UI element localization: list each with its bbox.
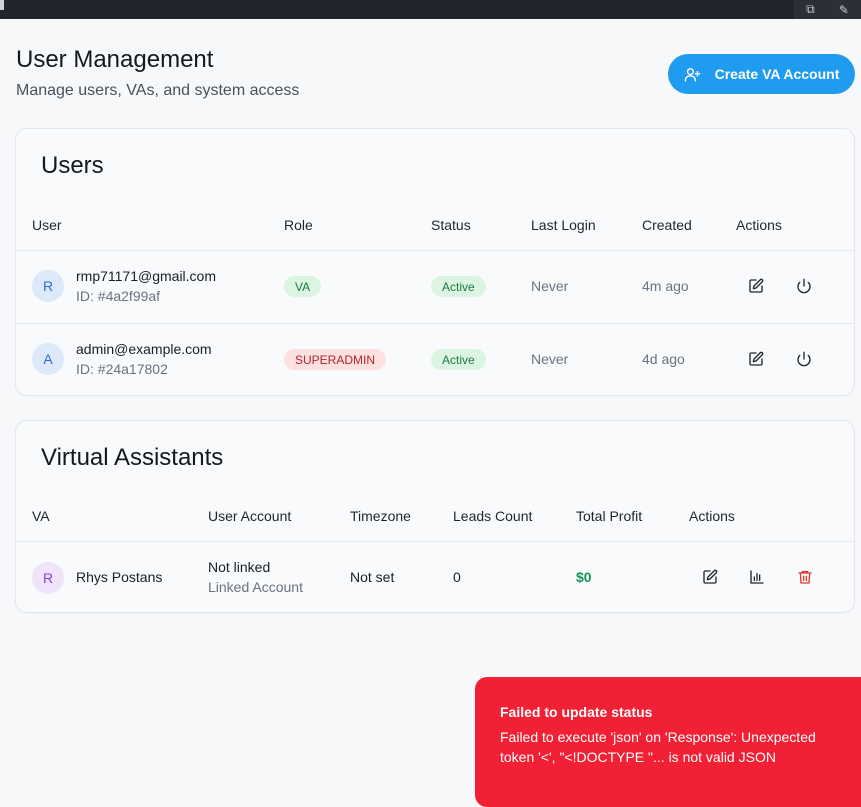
create-va-account-label: Create VA Account — [714, 66, 840, 82]
edit-icon[interactable] — [745, 275, 767, 297]
user-plus-icon — [684, 67, 700, 82]
page-subtitle: Manage users, VAs, and system access — [16, 82, 300, 99]
user-account-status: Not linked — [208, 559, 271, 575]
avatar: A — [32, 343, 64, 375]
toast-message: Failed to execute 'json' on 'Response': … — [500, 729, 816, 765]
column-header-total-profit: Total Profit — [576, 508, 643, 524]
divider — [16, 250, 854, 251]
power-icon[interactable] — [793, 275, 815, 297]
divider — [16, 541, 854, 542]
user-id: ID: #24a17802 — [76, 361, 168, 377]
last-login: Never — [531, 351, 569, 367]
timezone: Not set — [350, 569, 395, 585]
va-name: Rhys Postans — [76, 569, 163, 585]
users-card-title: Users — [41, 152, 104, 179]
create-va-account-button[interactable]: Create VA Account — [668, 54, 855, 94]
column-header-status: Status — [431, 217, 471, 233]
toast-title: Failed to update status — [500, 704, 653, 720]
user-id: ID: #4a2f99af — [76, 288, 161, 304]
column-header-va: VA — [32, 508, 50, 524]
bar-chart-icon[interactable] — [746, 566, 768, 588]
browser-top-bar: ⧉ ✎ — [0, 0, 861, 19]
va-card-title: Virtual Assistants — [41, 444, 224, 471]
power-icon[interactable] — [793, 348, 815, 370]
users-card: Users User Role Status Last Login Create… — [15, 128, 855, 396]
column-header-actions: Actions — [689, 508, 735, 524]
total-profit: $0 — [576, 569, 592, 585]
role-badge: VA — [284, 276, 322, 297]
last-login: Never — [531, 278, 569, 294]
avatar: R — [32, 562, 64, 594]
column-header-last-login: Last Login — [531, 217, 596, 233]
column-header-created: Created — [642, 217, 692, 233]
column-header-leads-count: Leads Count — [453, 508, 533, 524]
divider — [16, 323, 854, 324]
tab-edge — [0, 0, 4, 10]
pen-icon[interactable]: ✎ — [839, 3, 849, 17]
devices-icon[interactable]: ⧉ — [806, 2, 815, 17]
browser-toolbar-icons: ⧉ ✎ — [794, 0, 861, 19]
user-email: rmp71171@gmail.com — [76, 268, 217, 284]
column-header-timezone: Timezone — [350, 508, 411, 524]
created: 4d ago — [642, 351, 685, 367]
role-badge: SUPERADMIN — [284, 349, 387, 370]
virtual-assistants-card: Virtual Assistants VA User Account Timez… — [15, 420, 855, 613]
linked-account-label: Linked Account — [208, 579, 303, 595]
column-header-role: Role — [284, 217, 313, 233]
created: 4m ago — [642, 278, 689, 294]
trash-icon[interactable] — [794, 566, 816, 588]
avatar: R — [32, 270, 64, 302]
error-toast[interactable]: Failed to update status Failed to execut… — [475, 677, 861, 807]
status-badge: Active — [431, 349, 486, 370]
edit-icon[interactable] — [745, 348, 767, 370]
user-email: admin@example.com — [76, 341, 212, 357]
leads-count: 0 — [453, 569, 461, 585]
column-header-user: User — [32, 217, 62, 233]
page-title: User Management — [16, 46, 214, 73]
status-badge: Active — [431, 276, 486, 297]
edit-icon[interactable] — [699, 566, 721, 588]
column-header-user-account: User Account — [208, 508, 292, 524]
column-header-actions: Actions — [736, 217, 782, 233]
